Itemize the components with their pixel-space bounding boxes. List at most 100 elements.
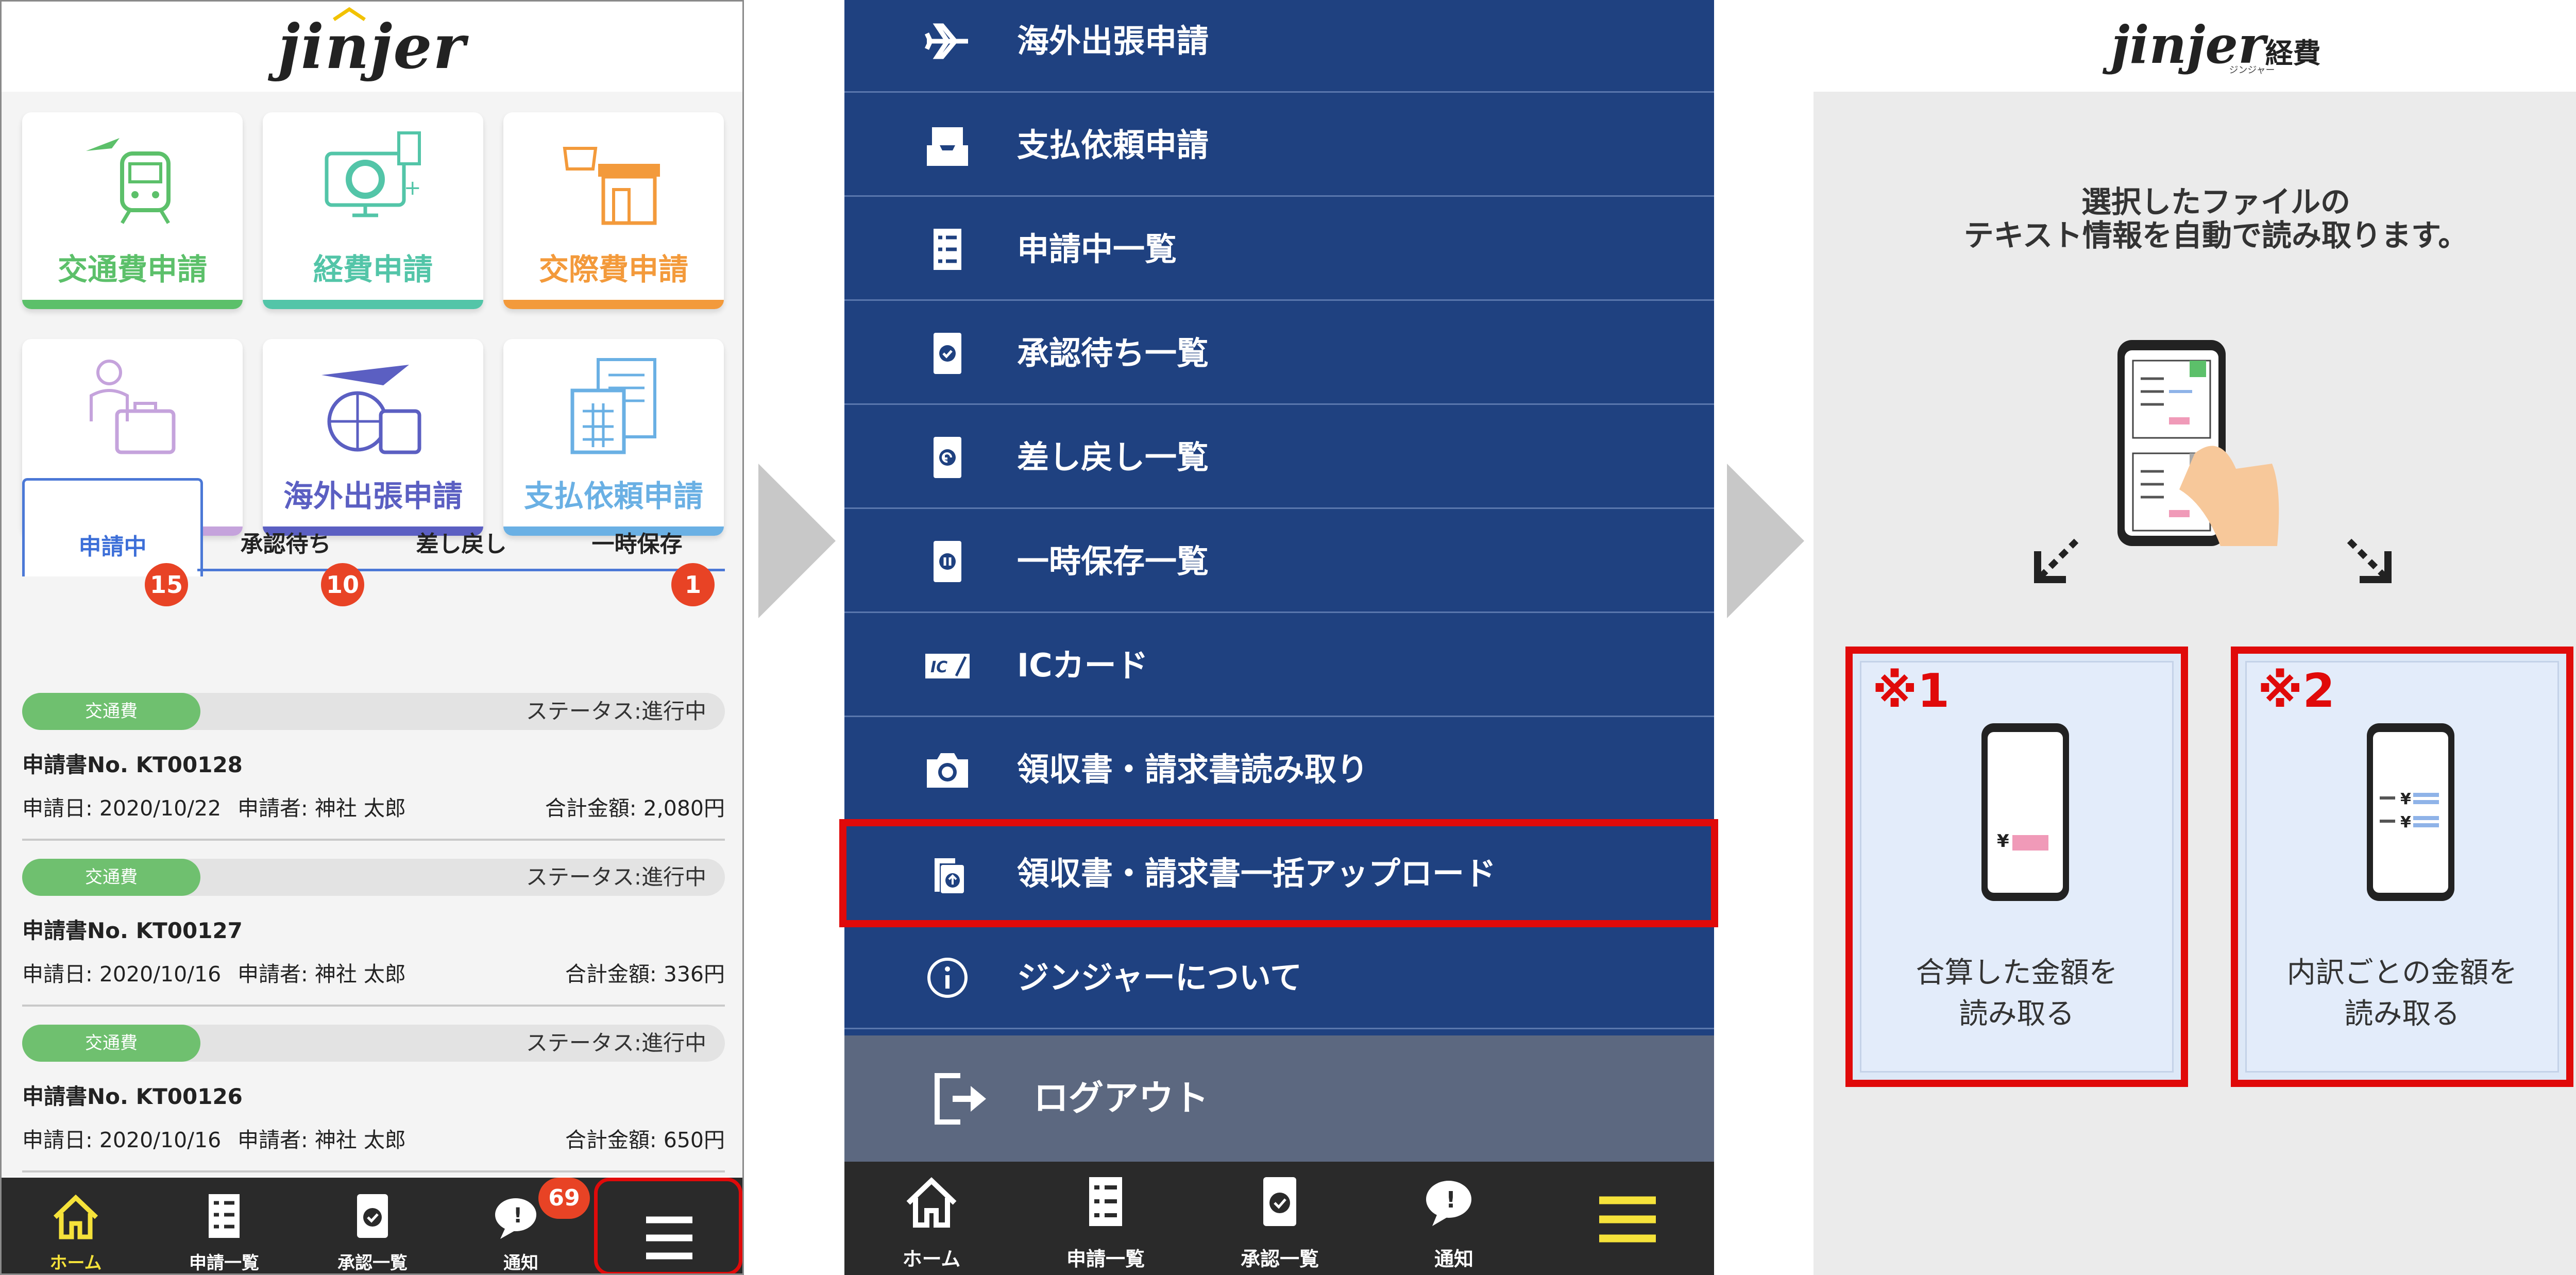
- nav-menu[interactable]: [1541, 1162, 1714, 1275]
- tab-label: 申請中: [78, 534, 147, 560]
- notification-badge: 69: [538, 1178, 590, 1219]
- category-pill: 交通費: [22, 693, 200, 730]
- menu-item-returned-list[interactable]: 差し戻し一覧: [844, 406, 1714, 509]
- application-card[interactable]: 交通費 ステータス:進行中 申請書No. KT00126 申請日: 2020/1…: [22, 1013, 725, 1172]
- menu-item-label: ジンジャーについて: [1017, 959, 1302, 996]
- instruction-line-2: テキスト情報を自動で読み取ります。: [1963, 218, 2468, 253]
- list-icon: [934, 229, 961, 270]
- application-number: 申請書No. KT00128: [22, 752, 243, 777]
- tile-transport-expense[interactable]: 交通費申請: [22, 112, 243, 309]
- side-menu-screen: 海外出張申請 支払依頼申請 申請中一覧 承認待ち一覧 差し戻し一覧 一時保存一覧…: [844, 0, 1714, 1275]
- status-bar: 交通費 ステータス:進行中: [22, 693, 725, 730]
- option-total-amount[interactable]: ※1 ¥ 合算した金額を 読み取る: [1845, 647, 2188, 1087]
- arrow-down-right-icon: [2347, 538, 2392, 583]
- tile-expense[interactable]: + 経費申請: [263, 112, 483, 309]
- nav-application-list[interactable]: 申請一覧: [1019, 1162, 1193, 1275]
- tile-label: 経費申請: [313, 252, 433, 287]
- nav-home[interactable]: ホーム: [2, 1178, 150, 1273]
- caption-line-1: 合算した金額を: [1916, 956, 2118, 990]
- menu-item-awaiting-approval[interactable]: 承認待ち一覧: [844, 302, 1714, 405]
- menu-item-draft-list[interactable]: 一時保存一覧: [844, 510, 1714, 613]
- menu-item-label: 海外出張申請: [1017, 22, 1209, 60]
- nav-label: 通知: [503, 1253, 538, 1273]
- home-screen: jinjer 交通費申請 + 経費申請 交際費申請 海外出張申請 支払依頼申請 …: [0, 0, 744, 1275]
- nav-label: 申請一覧: [189, 1253, 259, 1273]
- step-arrow-icon: [758, 464, 836, 618]
- count-badge: 15: [145, 563, 188, 606]
- menu-item-label: 申請中一覧: [1017, 230, 1177, 268]
- application-card[interactable]: 交通費 ステータス:進行中 申請書No. KT00128 申請日: 2020/1…: [22, 682, 725, 841]
- option-itemized-amount[interactable]: ※2 ¥ ¥ 内訳ごとの金額を 読み取る: [2231, 647, 2573, 1087]
- list-icon: [1089, 1177, 1122, 1226]
- tab-returned[interactable]: 差し戻し: [374, 478, 549, 574]
- ic-card-icon: IC: [925, 654, 970, 678]
- jinjer-logo: jinjer: [278, 11, 466, 82]
- option-caption: 合算した金額を 読み取る: [1853, 953, 2181, 1035]
- tile-accent-bar: [263, 300, 483, 309]
- check-doc-icon: [934, 333, 961, 374]
- nav-approval-list[interactable]: 承認一覧: [298, 1178, 447, 1273]
- nav-label: ホーム: [902, 1248, 961, 1270]
- menu-item-about-jinjer[interactable]: ジンジャーについて: [844, 926, 1714, 1029]
- phone-receipts-illustration-icon: [2117, 340, 2279, 546]
- approval-icon: [1263, 1177, 1296, 1226]
- tab-in-progress[interactable]: 申請中: [22, 478, 203, 576]
- count-badge: 10: [321, 563, 364, 606]
- svg-text:IC: IC: [930, 658, 947, 676]
- tab-label: 承認待ち: [240, 531, 331, 557]
- nav-label: 承認一覧: [337, 1253, 408, 1273]
- nav-home[interactable]: ホーム: [844, 1162, 1019, 1275]
- application-tabs: 申請中 承認待ち 差し戻し 一時保存: [22, 478, 725, 576]
- nav-application-list[interactable]: 申請一覧: [150, 1178, 298, 1273]
- tile-accent-bar: [503, 300, 724, 309]
- tile-label: 交際費申請: [538, 252, 688, 287]
- menu-item-receipt-scan[interactable]: 領収書・請求書読み取り: [844, 718, 1714, 821]
- menu-item-payment-request[interactable]: 支払依頼申請: [844, 94, 1714, 197]
- menu-item-overseas-trip[interactable]: 海外出張申請: [844, 0, 1714, 93]
- app-header: jinjer経費 ジンジャー: [1814, 0, 2576, 92]
- return-doc-icon: [934, 437, 961, 478]
- menu-highlight-frame: [594, 1178, 742, 1273]
- applicant: 申請者: 神社 太郎: [238, 962, 406, 987]
- menu-item-label: 領収書・請求書読み取り: [1017, 751, 1369, 788]
- list-icon: [209, 1194, 240, 1238]
- logo-subtext: ジンジャー: [2229, 65, 2275, 76]
- application-date: 申請日: 2020/10/16: [22, 1128, 222, 1152]
- tab-label: 一時保存: [591, 531, 683, 557]
- tile-entertainment-expense[interactable]: 交際費申請: [503, 112, 724, 309]
- menu-item-label: 承認待ち一覧: [1017, 334, 1209, 372]
- tab-underline: [197, 569, 725, 571]
- nav-approval-list[interactable]: 承認一覧: [1193, 1162, 1367, 1275]
- status-bar: 交通費 ステータス:進行中: [22, 1025, 725, 1062]
- menu-item-in-progress-list[interactable]: 申請中一覧: [844, 198, 1714, 301]
- logout-button[interactable]: ログアウト: [844, 1035, 1714, 1162]
- logout-label: ログアウト: [1033, 1078, 1209, 1119]
- chat-icon: !: [1426, 1181, 1471, 1226]
- svg-text:!: !: [1446, 1187, 1456, 1213]
- tile-label: 交通費申請: [57, 252, 207, 287]
- nav-label: ホーム: [49, 1253, 102, 1273]
- application-date: 申請日: 2020/10/22: [22, 796, 222, 821]
- caption-line-2: 読み取る: [1959, 997, 2075, 1031]
- category-pill: 交通費: [22, 859, 200, 896]
- train-plane-icon: [86, 138, 171, 224]
- status-bar: 交通費 ステータス:進行中: [22, 859, 725, 896]
- nav-notifications[interactable]: ! 通知: [1367, 1162, 1541, 1275]
- coffee-shop-icon: [563, 147, 660, 225]
- count-badge: 1: [671, 563, 715, 606]
- phone-total-icon: ¥: [1981, 723, 2069, 901]
- option-note: ※1: [1872, 664, 1950, 718]
- application-date: 申請日: 2020/10/16: [22, 962, 222, 987]
- application-card[interactable]: 交通費 ステータス:進行中 申請書No. KT00127 申請日: 2020/1…: [22, 847, 725, 1007]
- svg-text:!: !: [513, 1204, 522, 1228]
- camera-icon: [927, 753, 968, 788]
- tab-draft[interactable]: 一時保存: [549, 478, 725, 574]
- applicant: 申請者: 神社 太郎: [238, 796, 406, 821]
- menu-item-label: 差し戻し一覧: [1017, 438, 1209, 476]
- caption-line-1: 内訳ごとの金額を: [2286, 956, 2518, 990]
- tab-awaiting-approval[interactable]: 承認待ち: [198, 478, 374, 574]
- computer-calculator-icon: +: [325, 131, 421, 217]
- menu-item-ic-card[interactable]: IC ICカード: [844, 614, 1714, 717]
- menu-icon: [1599, 1196, 1656, 1243]
- bottom-nav: ホーム 申請一覧 承認一覧 ! 通知: [844, 1162, 1714, 1275]
